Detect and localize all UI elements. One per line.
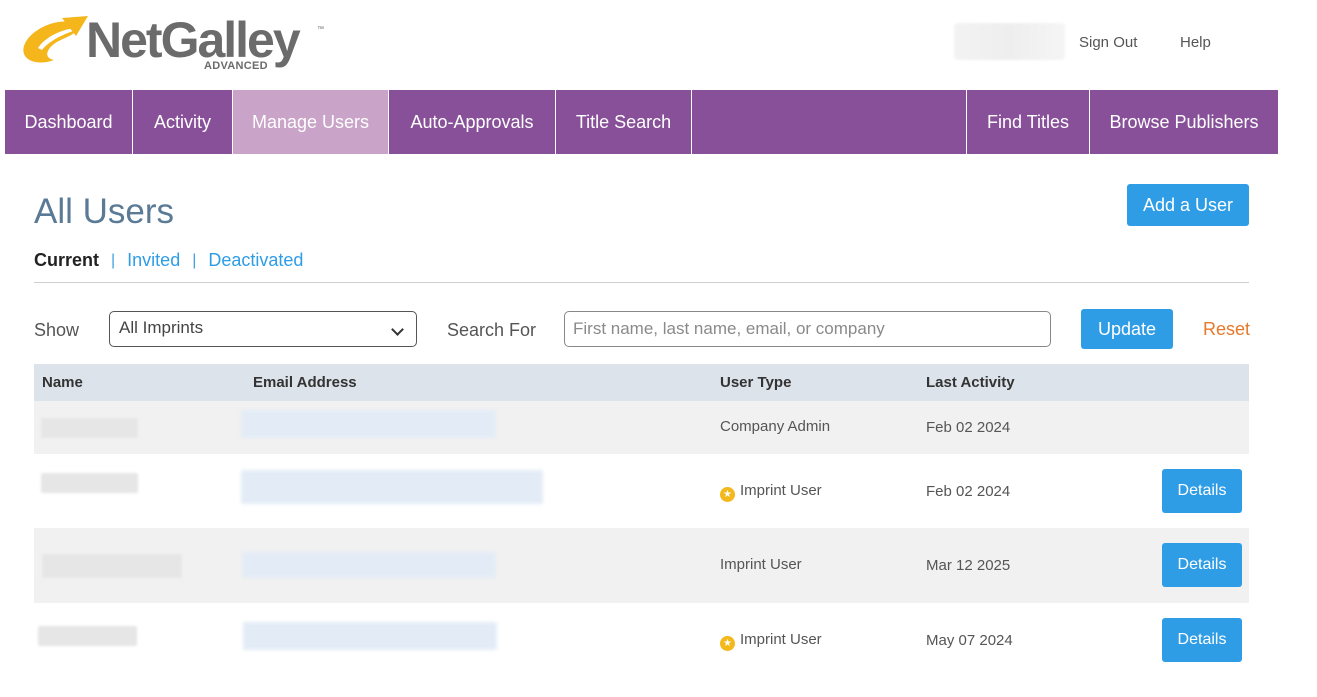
nav-item-title-search[interactable]: Title Search [556,90,692,154]
table-header: Name Email Address User Type Last Activi… [34,364,1249,401]
show-label: Show [34,320,80,340]
table-row: ★ Imprint User May 07 2024 Details [34,603,1249,678]
main-nav: Dashboard Activity Manage Users Auto-App… [5,90,1278,154]
column-header-email: Email Address [253,374,357,391]
user-status-tabs: Current | Invited | Deactivated [34,250,303,271]
nav-item-browse-publishers[interactable]: Browse Publishers [1090,90,1278,154]
user-type-label: Imprint User [740,482,822,499]
chevron-down-icon [391,323,404,336]
user-type: ★ Imprint User [720,631,822,651]
redacted-email [241,410,496,438]
page-title: All Users [34,192,175,231]
nav-item-find-titles[interactable]: Find Titles [967,90,1090,154]
last-activity: May 07 2024 [926,632,1013,649]
search-label: Search For [447,320,537,340]
last-activity: Feb 02 2024 [926,419,1011,436]
tab-invited[interactable]: Invited [127,250,180,271]
redacted-email [242,552,496,578]
details-button[interactable]: Details [1162,469,1242,513]
update-button[interactable]: Update [1081,309,1173,349]
nav-item-auto-approvals[interactable]: Auto-Approvals [389,90,556,154]
logo-subtext: ADVANCED [204,60,268,72]
nav-item-activity[interactable]: Activity [133,90,233,154]
redacted-name [41,473,138,493]
user-type: ★ Imprint User [720,482,822,502]
add-user-button[interactable]: Add a User [1127,184,1249,226]
tab-current[interactable]: Current [34,250,99,271]
sign-out-link[interactable]: Sign Out [1079,34,1137,51]
star-badge-icon: ★ [720,636,735,651]
last-activity: Mar 12 2025 [926,557,1011,574]
divider [34,282,1249,283]
user-type: Imprint User [720,556,802,573]
nav-item-manage-users[interactable]: Manage Users [233,90,389,154]
table-row: ★ Imprint User Feb 02 2024 Details [34,454,1249,528]
logo-trademark: ™ [317,26,324,33]
users-table: Name Email Address User Type Last Activi… [34,364,1249,678]
tab-separator: | [192,251,197,269]
column-header-last-activity: Last Activity [926,374,1015,391]
details-button[interactable]: Details [1162,618,1242,662]
redacted-name [41,418,138,438]
redacted-name [42,554,182,578]
search-input[interactable] [564,311,1051,347]
nav-spacer [692,90,967,154]
user-type: Company Admin [720,418,831,435]
table-row: Company Admin Feb 02 2024 [34,401,1249,454]
details-button[interactable]: Details [1162,543,1242,587]
redacted-email [241,470,543,504]
tab-deactivated[interactable]: Deactivated [208,250,303,271]
reset-link[interactable]: Reset [1203,319,1250,340]
redacted-email [243,622,497,650]
redacted-user-name [954,23,1065,60]
netgalley-logo[interactable]: NetGalley ™ ADVANCED [18,12,338,76]
star-badge-icon: ★ [720,487,735,502]
imprint-select-value: All Imprints [119,318,204,337]
nav-item-dashboard[interactable]: Dashboard [5,90,133,154]
help-link[interactable]: Help [1180,34,1211,51]
netgalley-swoosh-icon [23,16,88,63]
redacted-name [38,626,137,646]
user-type-label: Imprint User [740,631,822,648]
tab-separator: | [111,251,116,269]
column-header-user-type: User Type [720,374,792,391]
last-activity: Feb 02 2024 [926,483,1011,500]
header: NetGalley ™ ADVANCED Sign Out Help [0,0,1317,90]
table-row: Imprint User Mar 12 2025 Details [34,528,1249,603]
imprint-select[interactable]: All Imprints [109,311,417,347]
column-header-name: Name [42,374,83,391]
